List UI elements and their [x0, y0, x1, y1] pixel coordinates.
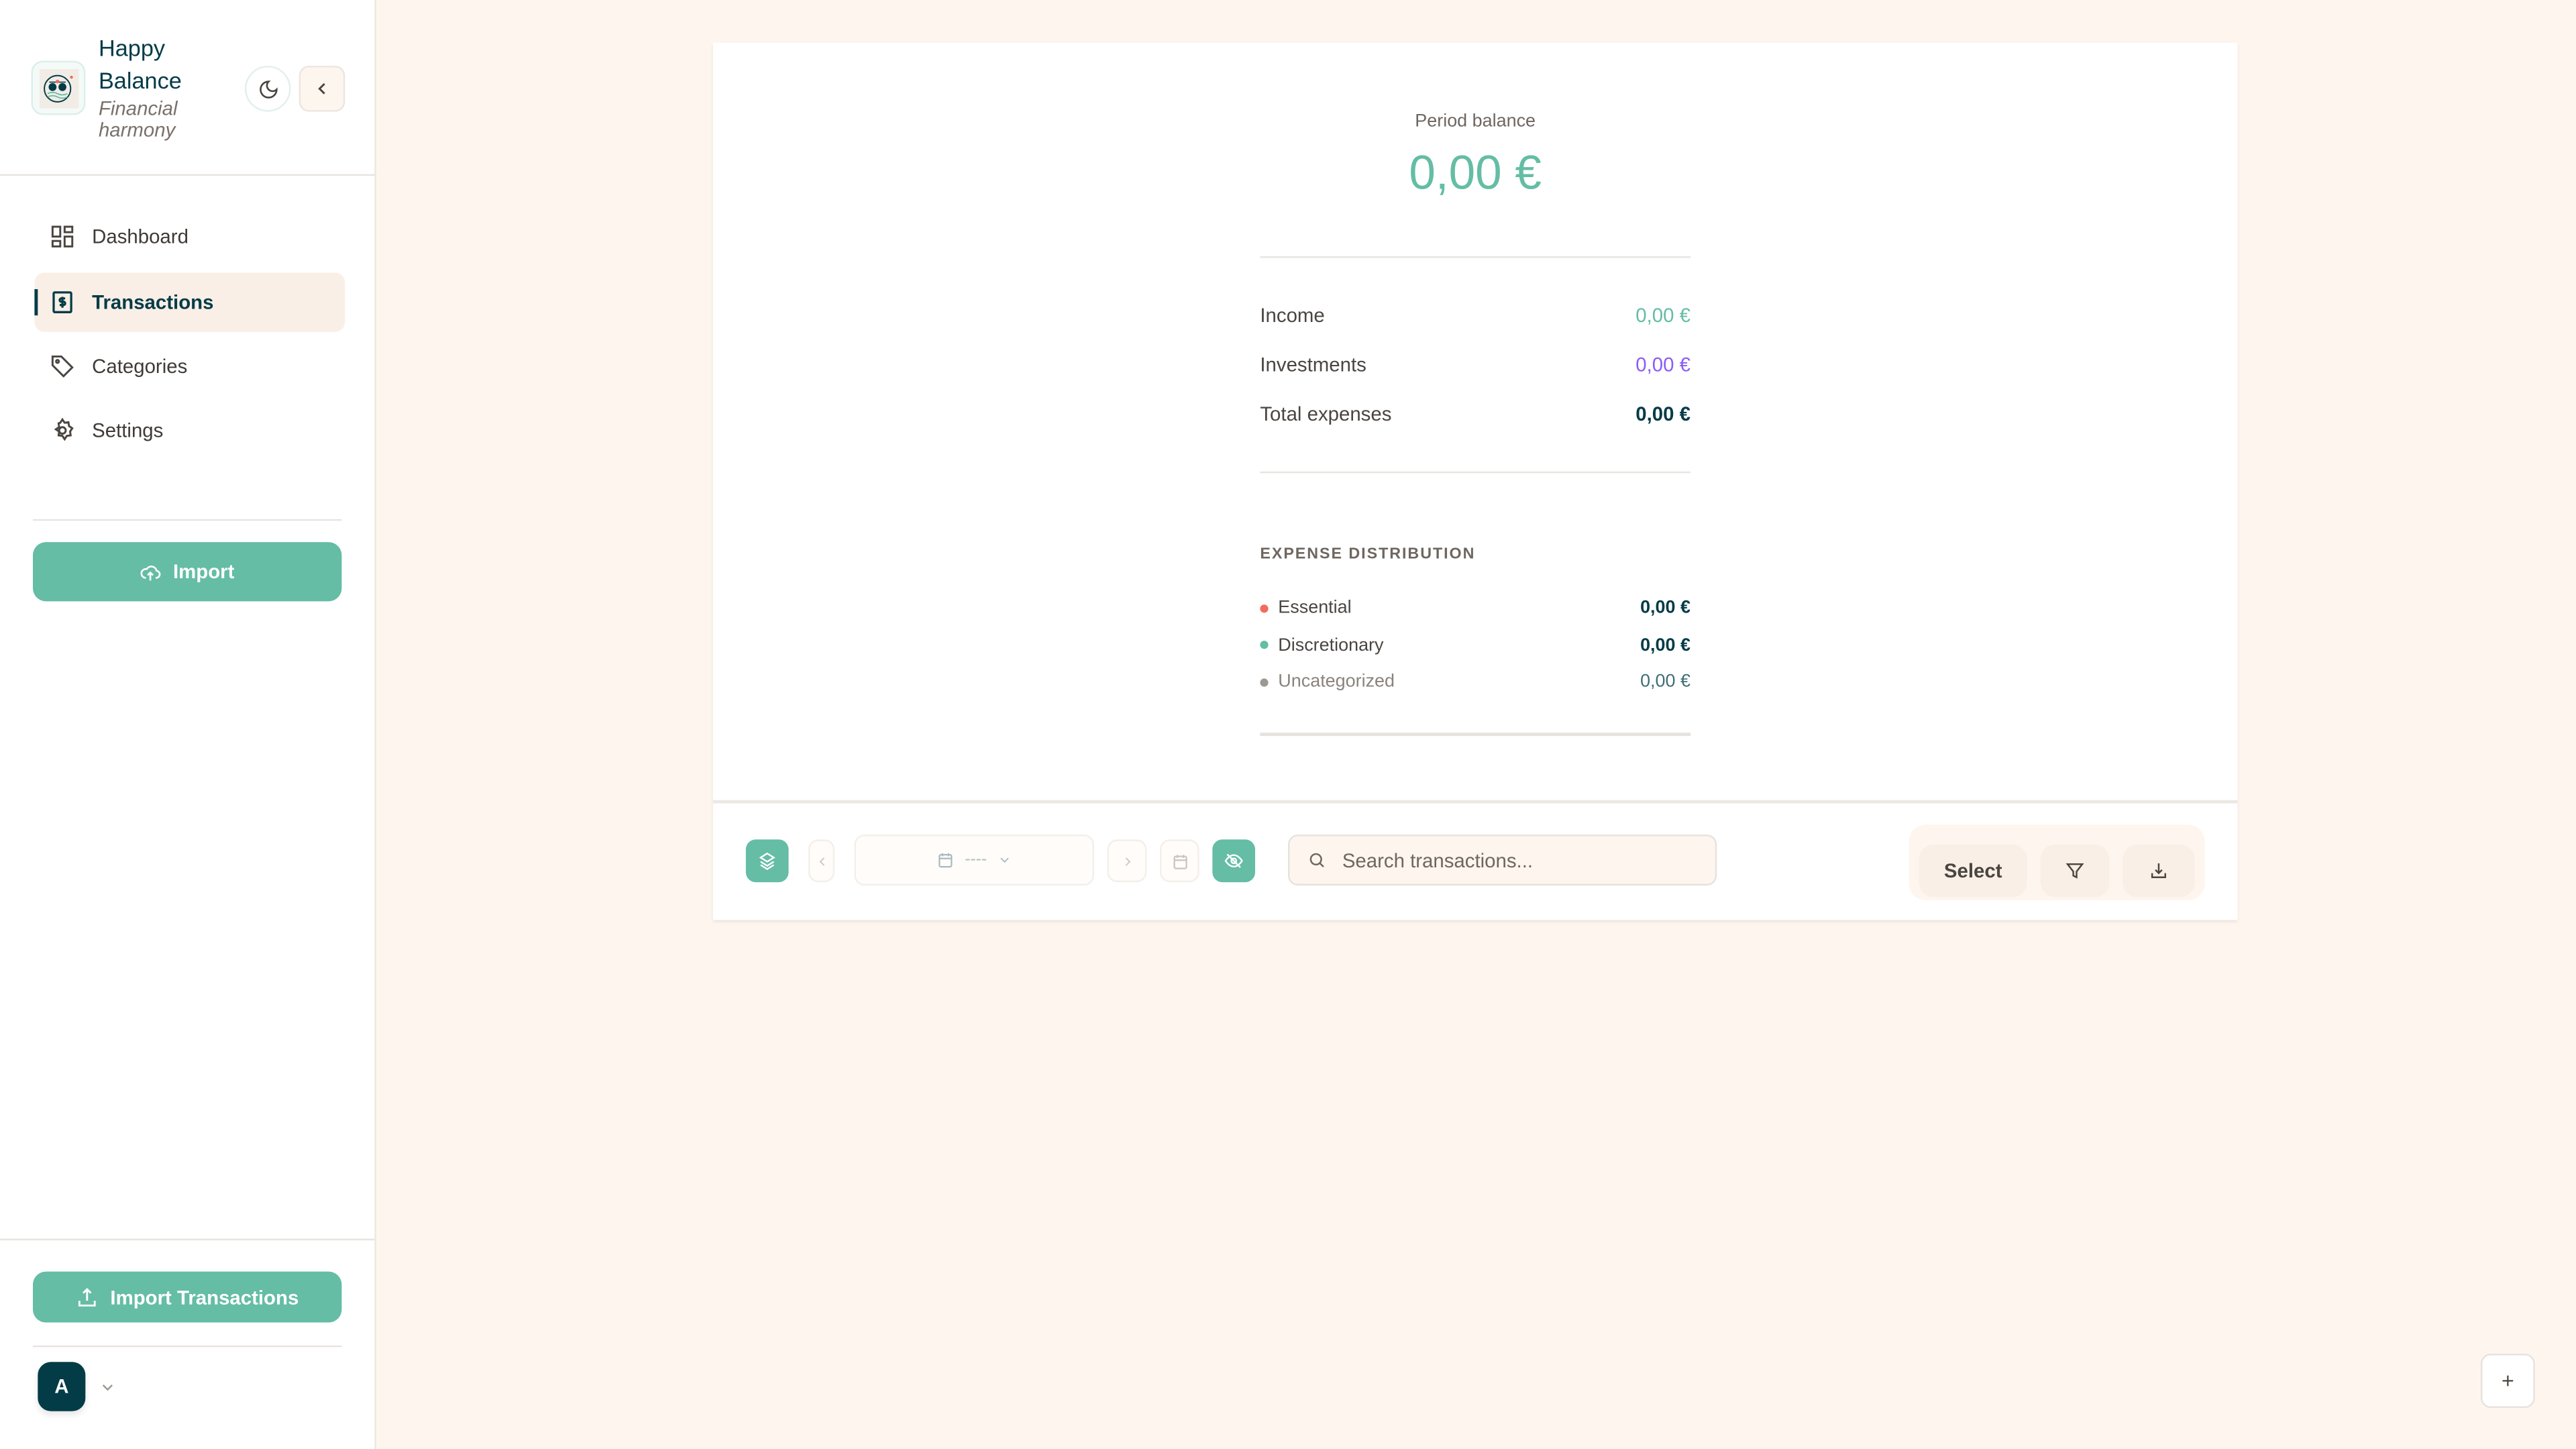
import-button[interactable]: Import [32, 542, 342, 602]
group-view-button[interactable] [745, 839, 789, 883]
chevron-down-icon[interactable] [99, 1379, 117, 1397]
search-placeholder: Search transactions... [1342, 848, 1534, 872]
app-subtitle: Financial harmony [98, 97, 178, 142]
toolbar-divider [712, 800, 2238, 804]
divider [1260, 733, 1691, 737]
sidebar-item-transactions[interactable]: Transactions [34, 272, 345, 332]
calendar-icon [1173, 854, 1187, 869]
sidebar-item-label: Categories [92, 354, 188, 378]
sidebar-item-dashboard[interactable]: Dashboard [34, 207, 345, 266]
chevron-left-icon [818, 857, 824, 865]
divider [0, 174, 375, 176]
period-value: ---- [965, 851, 987, 869]
calendar-icon [939, 853, 953, 868]
search-input[interactable]: Search transactions... [1288, 835, 1717, 886]
export-button[interactable] [2123, 844, 2195, 898]
next-period-button[interactable] [1107, 839, 1147, 883]
period-select[interactable]: ---- [854, 835, 1095, 886]
import-transactions-label: Import Transactions [110, 1285, 299, 1309]
tag-icon [51, 355, 74, 378]
cloud-upload-icon [141, 564, 162, 580]
item-value: 0,00 € [1640, 598, 1691, 618]
item-value: 0,00 € [1640, 635, 1691, 655]
period-balance-value: 0,00 € [1409, 148, 1542, 201]
divider [1260, 256, 1691, 258]
row-label: Investments [1260, 353, 1366, 376]
search-icon [1309, 853, 1324, 868]
row-label: Total expenses [1260, 402, 1392, 426]
row-label: Income [1260, 304, 1325, 327]
divider [0, 1238, 375, 1240]
date-range-button[interactable] [1159, 839, 1199, 883]
eye-off-icon [1224, 853, 1243, 868]
item-label: Uncategorized [1278, 672, 1395, 692]
chevron-down-icon [1000, 857, 1008, 863]
essential-dot [1260, 604, 1269, 612]
transactions-card: Period balance 0,00 € Income 0,00 € Inves… [712, 42, 2238, 920]
add-transaction-button[interactable] [2480, 1353, 2535, 1408]
total-expenses-value: 0,00 € [1635, 402, 1691, 426]
distribution-item-essential: Essential 0,00 € [1260, 595, 1690, 621]
expense-distribution-list: Essential 0,00 € Discretionary 0,00 € Unca… [1260, 595, 1690, 695]
period-balance-label: Period balance [1415, 111, 1536, 131]
item-value: 0,00 € [1640, 672, 1691, 692]
total-expenses-row: Total expenses 0,00 € [1260, 401, 1690, 427]
uncategorized-dot [1260, 678, 1269, 686]
theme-toggle-button[interactable] [244, 65, 291, 112]
item-label: Essential [1278, 598, 1352, 618]
gear-icon [54, 417, 74, 441]
collapse-sidebar-button[interactable] [299, 65, 345, 112]
filter-icon [2065, 863, 2084, 879]
sidebar: Happy Balance Financial harmony Dashboar… [0, 0, 376, 1449]
sidebar-item-categories[interactable]: Categories [34, 337, 345, 396]
filter-button[interactable] [2040, 844, 2110, 898]
select-button[interactable]: Select [1919, 844, 2028, 898]
moon-icon [258, 79, 277, 98]
divider [32, 519, 342, 521]
layers-icon [759, 852, 775, 870]
sidebar-item-label: Transactions [92, 290, 214, 314]
divider [32, 1345, 342, 1348]
distribution-item-discretionary: Discretionary 0,00 € [1260, 632, 1690, 658]
sidebar-item-settings[interactable]: Settings [34, 401, 345, 460]
app-root: Happy Balance Financial harmony Dashboar… [0, 0, 2576, 1449]
app-logo [31, 60, 86, 115]
sidebar-item-label: Dashboard [92, 225, 189, 248]
expense-distribution-title: EXPENSE DISTRIBUTION [1260, 545, 1476, 564]
chevron-right-icon [1124, 857, 1130, 865]
income-value: 0,00 € [1635, 304, 1691, 327]
summary-rows: Income 0,00 € Investments 0,00 € Total exp… [1260, 303, 1690, 427]
grid-icon [51, 225, 74, 248]
avatar[interactable]: A [38, 1362, 86, 1411]
sidebar-item-label: Settings [92, 419, 164, 442]
investments-row: Investments 0,00 € [1260, 352, 1690, 378]
divider [1260, 471, 1691, 474]
hide-amounts-button[interactable] [1212, 839, 1256, 883]
import-label: Import [172, 560, 235, 584]
chevron-left-icon [318, 83, 325, 95]
dollar-receipt-icon [52, 291, 72, 313]
import-transactions-button[interactable]: Import Transactions [32, 1271, 342, 1323]
upload-icon [78, 1287, 96, 1306]
actions-group: Select [1909, 824, 2205, 901]
distribution-item-uncategorized: Uncategorized 0,00 € [1260, 669, 1690, 695]
item-label: Discretionary [1278, 635, 1384, 655]
investments-value: 0,00 € [1635, 353, 1691, 376]
app-title: Happy Balance [98, 34, 182, 94]
discretionary-dot [1260, 641, 1269, 649]
plus-icon [2502, 1375, 2514, 1387]
download-icon [2151, 863, 2166, 878]
income-row: Income 0,00 € [1260, 303, 1690, 329]
previous-period-button[interactable] [808, 839, 835, 883]
